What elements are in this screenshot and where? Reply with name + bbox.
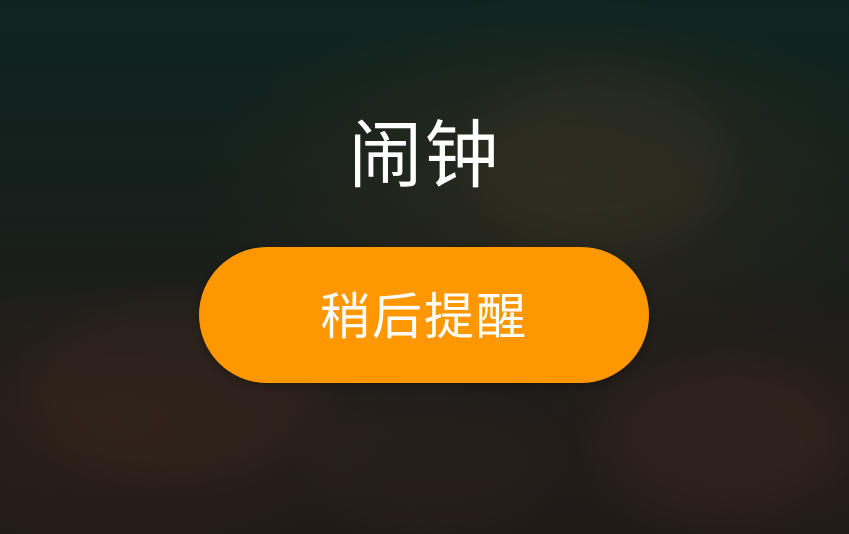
wallpaper-shape <box>600 360 840 520</box>
wallpaper-shape <box>300 390 560 530</box>
snooze-button-label: 稍后提醒 <box>320 288 528 346</box>
snooze-button[interactable]: 稍后提醒 <box>199 247 649 383</box>
alarm-title: 闹钟 <box>348 113 501 199</box>
alarm-screen: 闹钟 稍后提醒 <box>0 0 849 534</box>
